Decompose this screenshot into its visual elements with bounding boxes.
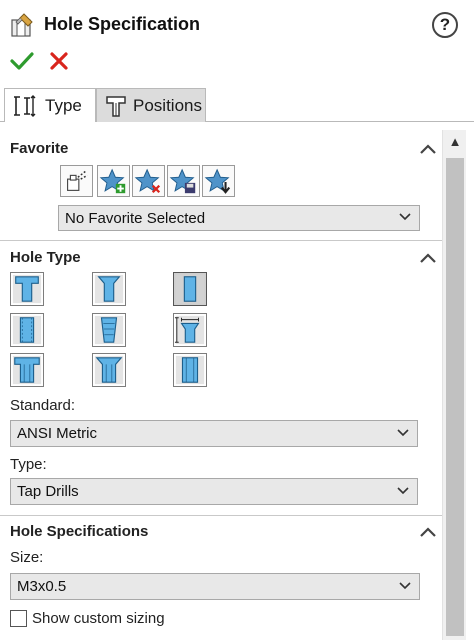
section-divider — [0, 515, 442, 516]
section-divider — [0, 240, 442, 241]
page-title: Hole Specification — [44, 14, 201, 34]
chevron-down-icon — [397, 428, 409, 436]
positions-icon — [106, 95, 126, 117]
ok-checkmark-icon[interactable] — [10, 50, 34, 72]
favorite-section-title: Favorite — [10, 140, 69, 157]
hole-type-section-title: Hole Type — [10, 249, 81, 266]
cancel-x-icon[interactable] — [48, 50, 70, 72]
chevron-down-icon — [399, 581, 411, 589]
delete-favorite-button[interactable] — [132, 165, 165, 197]
size-label: Size: — [10, 549, 44, 566]
apply-defaults-icon — [67, 170, 88, 191]
add-favorite-icon — [99, 168, 126, 194]
hole-icon — [175, 274, 205, 304]
property-panel — [0, 122, 442, 640]
type-dropdown[interactable]: Tap Drills — [10, 478, 418, 505]
scroll-thumb[interactable] — [446, 158, 464, 636]
tapered-tap-icon — [94, 315, 124, 345]
chevron-down-icon — [399, 213, 411, 221]
collapse-hole-specifications-icon[interactable] — [418, 525, 438, 539]
tab-positions[interactable]: Positions — [96, 88, 206, 122]
hole-type-countersink-slot[interactable] — [92, 353, 126, 387]
hole-type-tapered-tap[interactable] — [92, 313, 126, 347]
property-manager-header: Hole Specification ? — [0, 0, 474, 48]
collapse-hole-type-icon[interactable] — [418, 251, 438, 265]
save-favorite-icon — [169, 168, 196, 194]
type-dropdown-value: Tap Drills — [17, 483, 79, 500]
load-favorite-button[interactable] — [202, 165, 235, 197]
scroll-up-icon[interactable]: ▲ — [443, 134, 467, 154]
favorite-dropdown[interactable]: No Favorite Selected — [58, 205, 420, 231]
show-custom-sizing-label: Show custom sizing — [32, 610, 165, 627]
apply-defaults-button[interactable] — [60, 165, 93, 197]
hole-type-legacy[interactable] — [173, 313, 207, 347]
tab-strip: Type Positions — [0, 84, 474, 123]
standard-label: Standard: — [10, 397, 76, 414]
favorite-dropdown-value: No Favorite Selected — [65, 209, 206, 227]
show-custom-sizing-checkbox[interactable] — [10, 610, 27, 627]
help-button[interactable]: ? — [432, 12, 458, 38]
vertical-scrollbar[interactable]: ▲ — [442, 130, 466, 640]
hole-type-counterbore[interactable] — [10, 272, 44, 306]
hole-specifications-section-title: Hole Specifications — [10, 523, 149, 540]
standard-dropdown-value: ANSI Metric — [17, 425, 98, 442]
type-dimension-icon — [14, 95, 36, 117]
hole-wizard-icon — [11, 13, 33, 37]
size-dropdown[interactable]: M3x0.5 — [10, 573, 420, 600]
hole-type-counterbore-slot[interactable] — [10, 353, 44, 387]
countersink-icon — [94, 274, 124, 304]
collapse-favorite-icon[interactable] — [418, 142, 438, 156]
slot-icon — [175, 355, 205, 385]
add-favorite-button[interactable] — [97, 165, 130, 197]
standard-dropdown[interactable]: ANSI Metric — [10, 420, 418, 447]
counterbore-slot-icon — [12, 355, 42, 385]
straight-tap-icon — [12, 315, 42, 345]
tab-type[interactable]: Type — [4, 88, 96, 123]
hole-type-straight-tap[interactable] — [10, 313, 44, 347]
legacy-hole-icon — [174, 315, 205, 345]
hole-type-hole[interactable] — [173, 272, 207, 306]
countersink-slot-icon — [94, 355, 124, 385]
size-dropdown-value: M3x0.5 — [17, 578, 67, 595]
save-favorite-button[interactable] — [167, 165, 200, 197]
tab-positions-label: Positions — [133, 95, 202, 115]
delete-favorite-icon — [134, 168, 161, 194]
hole-type-slot[interactable] — [173, 353, 207, 387]
chevron-down-icon — [397, 486, 409, 494]
hole-type-countersink[interactable] — [92, 272, 126, 306]
tab-type-label: Type — [45, 96, 82, 115]
counterbore-icon — [12, 274, 42, 304]
type-label: Type: — [10, 456, 47, 473]
load-favorite-icon — [204, 168, 231, 194]
